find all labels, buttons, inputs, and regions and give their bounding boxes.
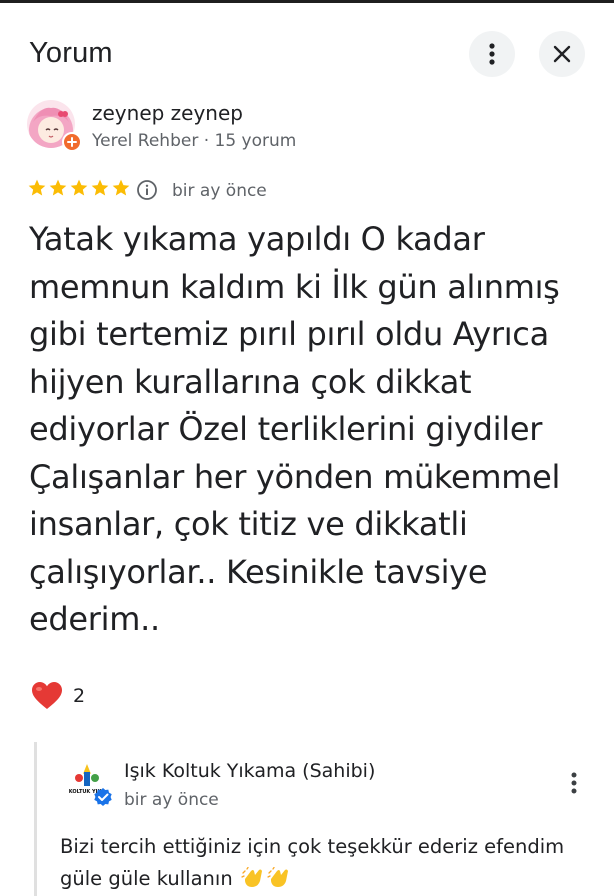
owner-more-options-button[interactable]	[563, 768, 585, 798]
star-icon	[70, 179, 88, 196]
clapping-hands-icon	[267, 867, 288, 887]
clapping-hands-icon	[241, 867, 262, 887]
verified-badge-icon	[94, 788, 112, 806]
close-icon	[553, 45, 571, 63]
review-text: Yatak yıkama yapıldı O kadar memnun kald…	[29, 220, 561, 638]
star-icon	[28, 179, 46, 196]
star-icon	[112, 179, 130, 196]
more-vert-icon	[571, 772, 577, 794]
top-divider	[0, 0, 614, 3]
more-vert-icon	[489, 43, 495, 65]
owner-reply-body: Bizi tercih ettiğiniz için çok teşekkür …	[60, 835, 565, 890]
review-time: bir ay önce	[172, 181, 267, 201]
owner-response-time: bir ay önce	[124, 790, 219, 810]
heart-icon[interactable]	[31, 681, 63, 711]
like-count: 2	[73, 685, 86, 707]
more-options-button[interactable]	[469, 31, 515, 77]
star-icon	[91, 179, 109, 196]
close-button[interactable]	[539, 31, 585, 77]
info-icon[interactable]	[136, 179, 158, 201]
star-icon	[49, 179, 67, 196]
reviewer-meta: Yerel Rehber · 15 yorum	[92, 131, 297, 151]
owner-response-divider	[34, 742, 37, 896]
owner-name: Işık Koltuk Yıkama (Sahibi)	[124, 760, 376, 782]
page-title: Yorum	[29, 37, 113, 69]
star-rating	[27, 178, 131, 198]
local-guide-badge-icon	[62, 132, 82, 152]
reviewer-name[interactable]: zeynep zeynep	[92, 101, 243, 125]
owner-reply-text: Bizi tercih ettiğiniz için çok teşekkür …	[60, 831, 590, 895]
